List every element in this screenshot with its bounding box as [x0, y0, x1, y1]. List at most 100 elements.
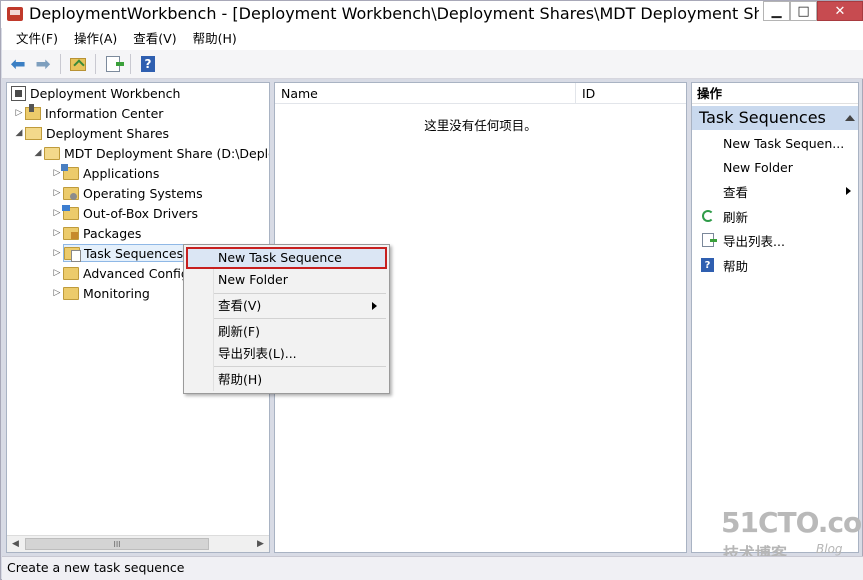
tree-node-operating-systems[interactable]: ▷ Operating Systems	[51, 183, 203, 203]
action-label: 查看	[723, 184, 749, 200]
column-header-name[interactable]: Name	[275, 83, 576, 104]
expand-icon[interactable]: ▷	[51, 228, 63, 238]
context-view[interactable]: 查看(V)	[186, 295, 387, 317]
menu-separator	[214, 366, 386, 367]
packages-folder-icon	[63, 226, 79, 240]
tree-label: Deployment Workbench	[30, 85, 181, 101]
action-view[interactable]: 查看	[692, 179, 858, 203]
expand-icon[interactable]: ▷	[51, 288, 63, 298]
action-export-list[interactable]: 导出列表...	[692, 228, 858, 252]
collapse-section-icon[interactable]	[845, 115, 855, 121]
back-button[interactable]: ⬅	[7, 53, 29, 75]
column-header-id[interactable]: ID	[576, 83, 686, 104]
tree-label: Operating Systems	[83, 185, 203, 201]
minimize-button[interactable]: ▁	[763, 1, 790, 21]
drivers-folder-icon	[62, 204, 79, 220]
context-new-folder[interactable]: New Folder	[186, 269, 387, 291]
section-title: Task Sequences	[699, 108, 826, 127]
scroll-thumb[interactable]: III	[25, 538, 209, 550]
menu-bar: 文件(F) 操作(A) 查看(V) 帮助(H)	[2, 28, 863, 50]
scroll-left-icon[interactable]: ◀	[7, 536, 24, 552]
watermark-main: 51CTO.com	[721, 506, 863, 539]
action-help[interactable]: ? 帮助	[692, 253, 858, 277]
maximize-button[interactable]: □	[790, 1, 817, 21]
collapse-icon[interactable]: ◢	[13, 128, 25, 138]
action-new-task-sequence[interactable]: New Task Sequen...	[692, 131, 858, 155]
tree-node-task-sequences[interactable]: ▷ Task Sequences	[51, 243, 188, 263]
selected-task-sequences[interactable]: Task Sequences	[63, 244, 188, 262]
context-export-list[interactable]: 导出列表(L)...	[186, 343, 387, 365]
collapse-icon[interactable]: ◢	[32, 148, 44, 158]
action-label: New Folder	[723, 159, 793, 175]
help-button[interactable]: ?	[137, 53, 159, 75]
submenu-arrow-icon	[372, 302, 377, 310]
toolbar-separator	[130, 54, 131, 74]
monitoring-folder-icon	[63, 286, 79, 300]
information-center-icon	[25, 103, 41, 120]
up-level-button[interactable]	[67, 53, 89, 75]
tree-node-applications[interactable]: ▷ Applications	[51, 163, 159, 183]
toolbar-separator	[95, 54, 96, 74]
advanced-configuration-folder-icon	[63, 266, 79, 280]
menu-action[interactable]: 操作(A)	[66, 28, 125, 50]
tree-node-drivers[interactable]: ▷ Out-of-Box Drivers	[51, 203, 198, 223]
action-label: 帮助	[723, 258, 749, 274]
tree-node-deployment-shares[interactable]: ◢ Deployment Shares	[13, 123, 170, 143]
tree-node-mdt-share[interactable]: ◢ MDT Deployment Share (D:\DeploymentSha…	[32, 143, 269, 163]
title-bar[interactable]: DeploymentWorkbench - [Deployment Workbe…	[1, 1, 863, 28]
expand-icon[interactable]: ▷	[13, 108, 25, 118]
forward-button[interactable]: ➡	[32, 53, 54, 75]
tree-label: Monitoring	[83, 285, 150, 301]
close-button[interactable]: ✕	[817, 1, 863, 21]
applications-folder-icon	[61, 163, 79, 180]
context-help[interactable]: 帮助(H)	[186, 369, 387, 391]
action-label: 导出列表...	[723, 233, 785, 249]
action-refresh[interactable]: 刷新	[692, 204, 858, 228]
tree-node-root[interactable]: Deployment Workbench	[11, 83, 180, 103]
back-arrow-icon: ⬅	[10, 53, 26, 75]
toolbar-separator	[60, 54, 61, 74]
window-frame: DeploymentWorkbench - [Deployment Workbe…	[0, 0, 863, 580]
actions-pane: 操作 Task Sequences New Task Sequen... New…	[691, 82, 859, 553]
task-sequences-folder-icon	[64, 246, 81, 262]
action-new-folder[interactable]: New Folder	[692, 155, 858, 179]
actions-header: 操作	[692, 83, 858, 104]
status-bar: Create a new task sequence	[2, 556, 863, 580]
context-new-task-sequence[interactable]: New Task Sequence	[186, 247, 387, 269]
tree-node-packages[interactable]: ▷ Packages	[51, 223, 142, 243]
tree-node-information-center[interactable]: ▷ Information Center	[13, 103, 163, 123]
expand-icon[interactable]: ▷	[51, 248, 63, 258]
context-refresh[interactable]: 刷新(F)	[186, 321, 387, 343]
forward-arrow-icon: ➡	[35, 53, 51, 75]
export-list-button[interactable]	[102, 53, 124, 75]
context-menu: New Task Sequence New Folder 查看(V) 刷新(F)…	[183, 244, 390, 394]
actions-section-task-sequences[interactable]: Task Sequences	[692, 106, 858, 130]
deployment-shares-icon	[25, 126, 42, 140]
refresh-icon	[701, 210, 714, 222]
operating-systems-folder-icon	[63, 186, 79, 200]
workbench-icon	[11, 85, 26, 101]
menu-help[interactable]: 帮助(H)	[185, 28, 245, 50]
help-icon: ?	[141, 56, 155, 72]
expand-icon[interactable]: ▷	[51, 268, 63, 278]
tree-label: Packages	[83, 225, 142, 241]
menu-separator	[214, 318, 386, 319]
scroll-right-icon[interactable]: ▶	[252, 536, 269, 552]
toolbar: ⬅ ➡ ?	[2, 50, 863, 79]
action-label: New Task Sequen...	[723, 135, 845, 151]
expand-icon[interactable]: ▷	[51, 188, 63, 198]
tree-node-monitoring[interactable]: ▷ Monitoring	[51, 283, 150, 303]
share-folder-icon	[44, 146, 60, 160]
menu-view[interactable]: 查看(V)	[125, 28, 184, 50]
export-list-icon	[701, 233, 717, 247]
help-icon: ?	[701, 258, 714, 272]
menu-file[interactable]: 文件(F)	[8, 28, 66, 50]
horizontal-scrollbar[interactable]: ◀ III ▶	[7, 535, 269, 552]
app-icon	[7, 7, 23, 21]
empty-message: 这里没有任何项目。	[424, 118, 537, 133]
menu-label: 查看(V)	[218, 298, 262, 313]
action-label: 刷新	[723, 209, 749, 225]
folder-up-icon	[70, 57, 86, 71]
tree-label: Information Center	[45, 105, 164, 121]
tree-label: Deployment Shares	[46, 125, 170, 141]
